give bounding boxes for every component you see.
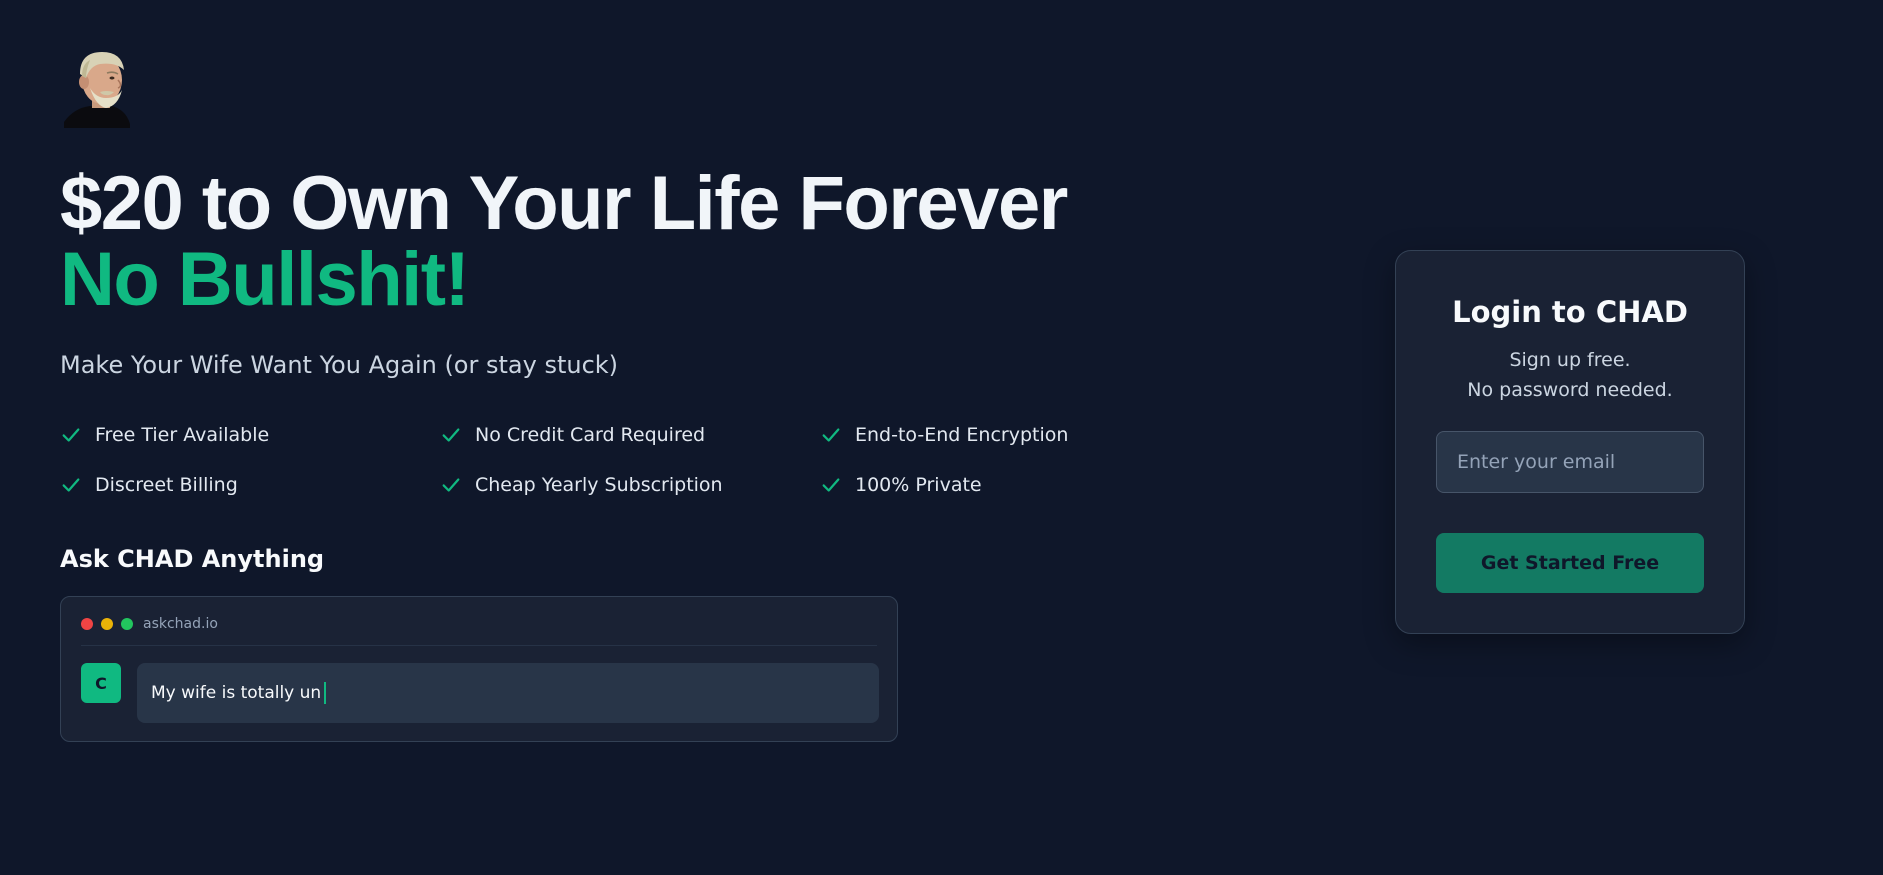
hero-section: $20 to Own Your Life Forever No Bullshit… (60, 166, 1160, 380)
login-title: Login to CHAD (1452, 295, 1688, 329)
feature-label: Discreet Billing (95, 474, 238, 496)
feature-label: Free Tier Available (95, 424, 270, 446)
check-icon (442, 478, 460, 492)
feature-list: Free Tier Available No Credit Card Requi… (60, 421, 1160, 499)
login-card: Login to CHAD Sign up free. No password … (1395, 250, 1745, 634)
feature-item: Free Tier Available (60, 421, 440, 449)
chat-message-bubble: My wife is totally un (137, 663, 879, 723)
get-started-button[interactable]: Get Started Free (1436, 533, 1704, 593)
check-icon (62, 428, 80, 442)
feature-label: End-to-End Encryption (855, 424, 1069, 446)
feature-item: No Credit Card Required (440, 421, 820, 449)
login-subtitle-line-1: Sign up free. (1509, 349, 1631, 371)
chad-avatar-badge: C (81, 663, 121, 703)
subheadline: Make Your Wife Want You Again (or stay s… (60, 351, 619, 379)
feature-item: 100% Private (820, 471, 1160, 499)
ask-section-title: Ask CHAD Anything (60, 545, 325, 573)
check-icon (822, 478, 840, 492)
window-title-bar: askchad.io (81, 615, 877, 646)
feature-item: Cheap Yearly Subscription (440, 471, 820, 499)
check-icon (822, 428, 840, 442)
check-icon (62, 478, 80, 492)
feature-label: No Credit Card Required (475, 424, 706, 446)
check-icon (442, 428, 460, 442)
chat-preview-window: askchad.io C My wife is totally un (60, 596, 898, 742)
feature-item: Discreet Billing (60, 471, 440, 499)
login-subtitle-line-2: No password needed. (1467, 379, 1673, 401)
headline-line-2: No Bullshit! (60, 237, 470, 322)
window-close-dot-icon (81, 618, 93, 630)
headline-line-1: $20 to Own Your Life Forever (60, 161, 1068, 246)
window-url: askchad.io (143, 616, 218, 632)
chat-message-text: My wife is totally un (151, 683, 322, 703)
headline: $20 to Own Your Life Forever No Bullshit… (60, 166, 1160, 318)
feature-label: 100% Private (855, 474, 982, 496)
login-subtitle: Sign up free. No password needed. (1396, 345, 1744, 405)
landing-page: $20 to Own Your Life Forever No Bullshit… (0, 0, 1883, 875)
feature-label: Cheap Yearly Subscription (475, 474, 723, 496)
typing-cursor (324, 682, 327, 704)
window-minimize-dot-icon (101, 618, 113, 630)
window-maximize-dot-icon (121, 618, 133, 630)
feature-item: End-to-End Encryption (820, 421, 1160, 449)
bearded-man-avatar-icon (64, 52, 130, 128)
email-input[interactable] (1436, 431, 1704, 493)
